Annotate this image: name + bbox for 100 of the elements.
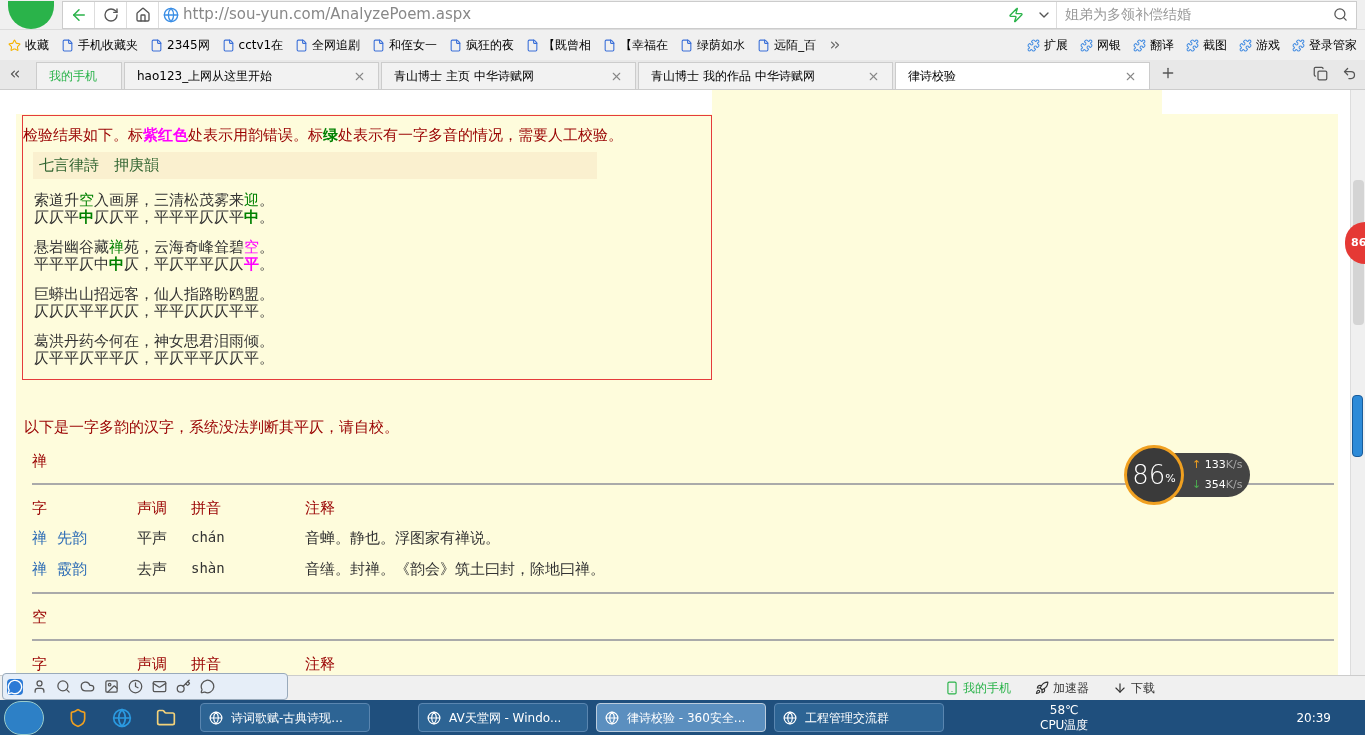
tab-list-icon[interactable] xyxy=(1313,66,1328,81)
level-indicator-icon xyxy=(1352,395,1363,457)
taskbar-window[interactable]: 诗词歌赋-古典诗现... xyxy=(200,703,370,732)
page-icon xyxy=(372,38,386,52)
page-icon xyxy=(61,38,74,52)
column-header: 拼音 xyxy=(191,653,221,675)
bookmark-link[interactable]: 2345网 xyxy=(150,36,210,54)
status-bar-button[interactable]: 加速器 xyxy=(1035,679,1089,697)
page-icon xyxy=(757,38,771,52)
verse-line: 葛洪丹药今何在，神女思君泪雨倾。 xyxy=(34,332,275,350)
toolbar-button[interactable]: 登录管家 xyxy=(1292,36,1357,54)
puzzle-icon xyxy=(1292,38,1305,52)
toolbar-button[interactable]: 扩展 xyxy=(1027,36,1068,54)
puzzle-icon xyxy=(1239,38,1252,52)
cpu-temperature: 58℃ xyxy=(1049,702,1079,718)
page-icon xyxy=(221,38,235,52)
page-icon xyxy=(150,38,163,52)
table-cell-text: shàn xyxy=(191,558,225,578)
start-button[interactable] xyxy=(4,700,44,735)
search-icon[interactable] xyxy=(56,679,71,694)
page-icon xyxy=(449,38,463,52)
page-icon xyxy=(680,38,694,52)
page-icon xyxy=(295,38,309,52)
table-cell-text: chán xyxy=(191,528,225,547)
qq-toolbar[interactable] xyxy=(2,673,288,700)
puzzle-icon xyxy=(1186,38,1199,52)
key-icon[interactable] xyxy=(176,679,191,694)
table-cell-text: 音缮。封禅。《韵会》筑土曰封，除地曰禅。 xyxy=(305,558,605,580)
page-icon xyxy=(526,38,540,52)
result-intro: 检验结果如下。标紫红色处表示用韵错误。标绿处表示有一字多音的情况，需要人工校验。 xyxy=(23,124,624,145)
image-icon[interactable] xyxy=(104,679,119,694)
new-tab-icon[interactable] xyxy=(1160,65,1176,81)
chat-icon[interactable] xyxy=(200,679,215,694)
column-header: 注释 xyxy=(305,653,335,675)
bookmark-link[interactable]: 手机收藏夹 xyxy=(61,36,138,54)
bookmark-link[interactable]: 疯狂的夜 xyxy=(449,36,515,54)
bookmark-link[interactable]: 【幸福在 xyxy=(603,36,669,54)
puzzle-icon xyxy=(1080,38,1093,52)
bookmark-link[interactable]: 【既曾相 xyxy=(526,36,592,54)
toolbar-button[interactable]: 游戏 xyxy=(1239,36,1280,54)
taskbar-window[interactable]: 工程管理交流群 xyxy=(774,703,944,732)
user-icon[interactable] xyxy=(32,679,47,694)
bookmark-link[interactable]: 绿荫如水 xyxy=(680,36,746,54)
clock[interactable]: 20:39 xyxy=(1296,708,1331,727)
column-header: 字 xyxy=(32,653,47,675)
phone-icon xyxy=(945,681,959,695)
column-header: 字 xyxy=(32,497,47,519)
network-meter[interactable]: 86% ↑ 133K/s ↓ 354K/s xyxy=(1124,445,1251,505)
address-bar[interactable]: http://sou-yun.com/AnalyzePoem.aspx 姐弟为多领补偿结婚 xyxy=(62,0,1357,29)
tone-line: 仄仄仄平平仄仄，平平仄仄仄平平。 xyxy=(34,302,275,320)
star-icon xyxy=(8,38,21,52)
poem-form-banner: 七言律詩 押庚韻 xyxy=(33,151,597,179)
download-icon xyxy=(1113,681,1127,695)
app-icon[interactable] xyxy=(68,707,88,728)
browser-tab[interactable]: 青山博士 主页 中华诗赋网 xyxy=(381,62,636,89)
clock-icon[interactable] xyxy=(128,679,143,694)
app-icon xyxy=(209,710,223,725)
toolbar-button[interactable]: 翻译 xyxy=(1133,36,1174,54)
search-icon[interactable] xyxy=(1333,7,1348,22)
browser-tab[interactable]: 律诗校验 xyxy=(895,62,1150,89)
toolbar-button[interactable]: 网银 xyxy=(1080,36,1121,54)
rocket-icon xyxy=(1035,681,1049,695)
toolbar-button[interactable]: 截图 xyxy=(1186,36,1227,54)
mail-icon[interactable] xyxy=(152,679,167,694)
tone-line: 平平平仄中中仄，平仄平平仄仄平。 xyxy=(34,255,275,273)
character-heading: 空 xyxy=(32,607,47,628)
sidebar-toggle-icon[interactable] xyxy=(8,67,22,81)
column-header: 声调 xyxy=(137,653,167,675)
taskbar-window[interactable]: AV天堂网 - Windo... xyxy=(418,703,588,732)
app-icon[interactable] xyxy=(112,707,132,728)
verse-line: 索道升空入画屏，三清松茂雾来迎。 xyxy=(34,191,275,209)
table-cell-text: 平声 xyxy=(137,528,167,549)
cloud-icon[interactable] xyxy=(80,679,95,694)
status-bar-button[interactable]: 下载 xyxy=(1113,679,1155,697)
lightning-icon xyxy=(1008,6,1024,23)
polyphone-note: 以下是一字多韵的汉字，系统没法判断其平仄，请自校。 xyxy=(24,416,400,438)
verse-line: 悬岩幽谷藏禅苑，云海奇峰耸碧空。 xyxy=(34,238,275,256)
home-icon xyxy=(134,6,151,23)
undo-icon[interactable] xyxy=(1342,66,1357,81)
table-cell[interactable]: 禅 霰韵 xyxy=(32,557,87,580)
notification-badge[interactable]: 86 xyxy=(1345,222,1365,264)
bookmark-link[interactable]: 全网追剧 xyxy=(295,36,361,54)
table-cell[interactable]: 禅 先韵 xyxy=(32,527,87,550)
puzzle-icon xyxy=(1027,38,1040,52)
bookmark-link[interactable]: 收藏 xyxy=(8,36,49,54)
table-cell-text: 音蝉。静也。浮图家有禅说。 xyxy=(305,528,500,549)
tone-line: 仄仄平中仄仄平，平平平仄仄平中。 xyxy=(34,208,275,226)
refresh-icon xyxy=(102,6,119,23)
column-header: 声调 xyxy=(137,497,167,519)
browser-tab[interactable]: 青山博士 我的作品 中华诗赋网 xyxy=(638,62,893,89)
verse-line: 巨蟒出山招远客，仙人指路盼鸥盟。 xyxy=(34,285,275,303)
bookmark-link[interactable]: cctv1在 xyxy=(221,36,284,54)
bookmark-link[interactable]: 和侄女一 xyxy=(372,36,438,54)
column-header: 拼音 xyxy=(191,497,221,519)
folder-icon[interactable] xyxy=(156,707,176,728)
browser-tab[interactable]: hao123_上网从这里开始 xyxy=(124,62,379,89)
app-icon xyxy=(427,710,441,725)
tone-line: 仄平平仄平平仄，平仄平平仄仄平。 xyxy=(34,349,275,367)
address-input[interactable]: http://sou-yun.com/AnalyzePoem.aspx xyxy=(183,3,1000,26)
bookmark-link[interactable]: 远陌_百 xyxy=(757,36,817,54)
